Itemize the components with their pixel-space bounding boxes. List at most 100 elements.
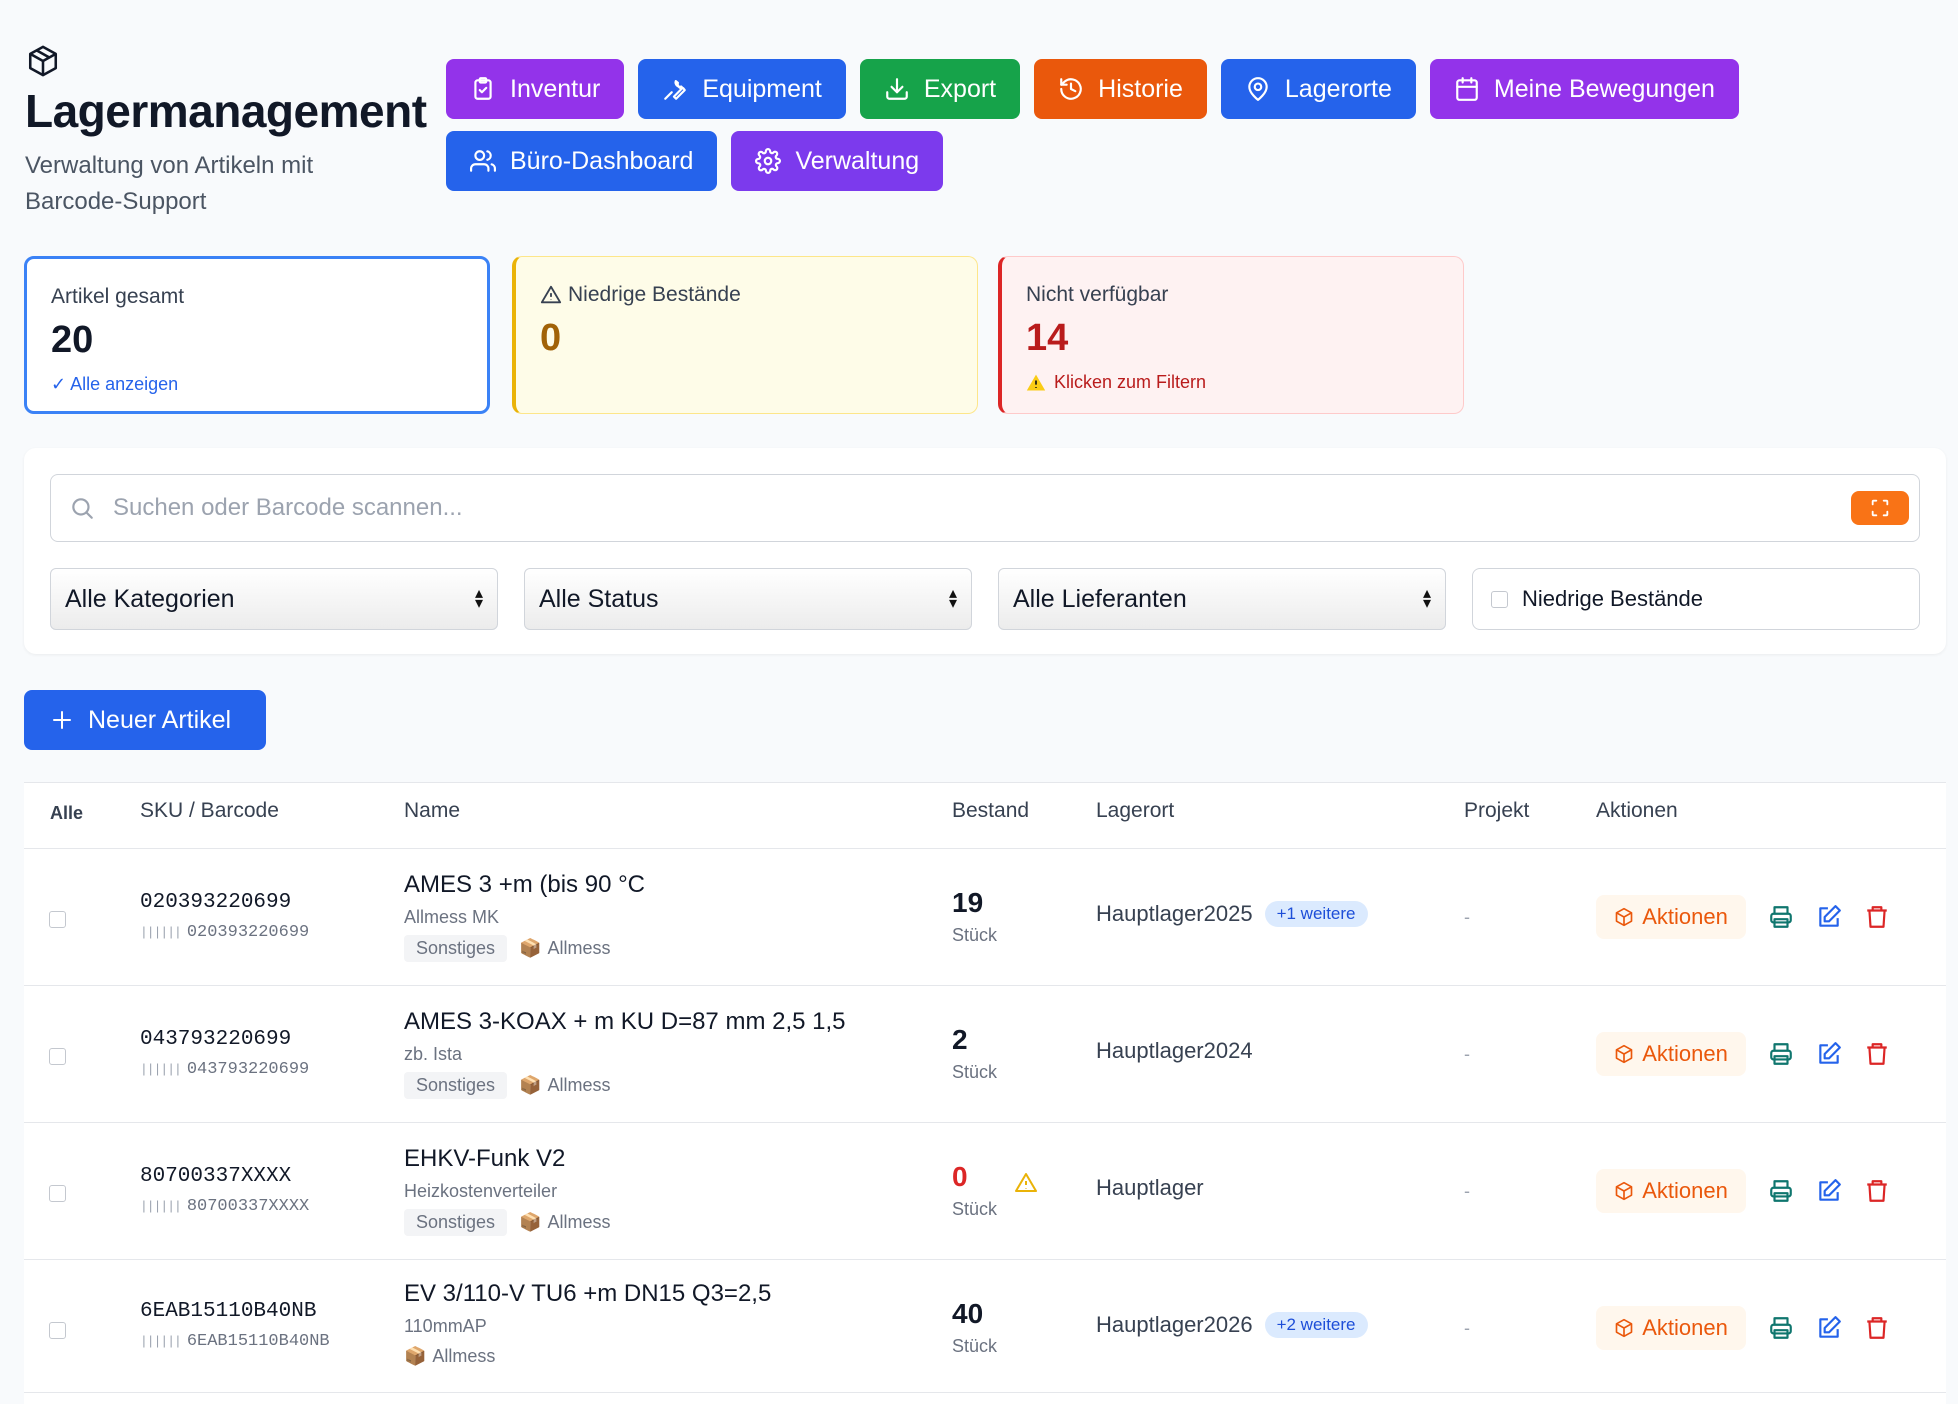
stat-low-value: 0 <box>540 317 562 359</box>
category-select[interactable]: Alle Kategorien ▴ ▾ <box>50 568 498 630</box>
header-location: Lagerort <box>1096 799 1175 822</box>
row-checkbox[interactable] <box>49 1185 66 1202</box>
trash-icon[interactable] <box>1864 904 1890 930</box>
row-supplier: Allmess <box>432 1346 496 1366</box>
edit-icon[interactable] <box>1816 1315 1842 1341</box>
stat-unavailable-hint: Klicken zum Filtern <box>1054 372 1207 392</box>
category-select-value: Alle Kategorien <box>65 584 235 613</box>
low-stock-filter-label: Niedrige Bestände <box>1522 586 1704 611</box>
print-icon[interactable] <box>1768 1315 1794 1341</box>
print-icon[interactable] <box>1768 1178 1794 1204</box>
stat-unavailable-label: Nicht verfügbar <box>1026 283 1169 306</box>
gear-icon <box>755 148 782 174</box>
row-actions-button[interactable]: Aktionen <box>1596 1306 1746 1350</box>
page-title: Lagermanagement <box>25 85 427 137</box>
verwaltung-label: Verwaltung <box>795 146 920 175</box>
row-desc: Heizkostenverteiler <box>404 1181 558 1201</box>
inventur-button[interactable]: Inventur <box>446 59 625 119</box>
table-row: 043793220699 |||||| 043793220699 AMES 3-K… <box>24 985 1946 1122</box>
row-checkbox[interactable] <box>49 1048 66 1065</box>
table-row: 020393220699 |||||| 020393220699 AMES 3 +… <box>24 848 1946 985</box>
barcode-icon: |||||| <box>140 1062 182 1077</box>
trash-icon[interactable] <box>1864 1041 1890 1067</box>
row-barcode: 043793220699 <box>186 1060 310 1079</box>
search-input[interactable] <box>113 494 1713 522</box>
row-barcode: 6EAB15110B40NB <box>186 1332 330 1351</box>
select-arrows-icon: ▴ ▾ <box>948 585 957 612</box>
stat-unavailable-card[interactable]: Nicht verfügbar 14 Klicken zum Filtern <box>998 256 1464 414</box>
package-icon <box>1615 1318 1633 1338</box>
page-subtitle: Verwaltung von Artikeln mit Barcode-Supp… <box>25 152 314 215</box>
export-button[interactable]: Export <box>859 59 1021 119</box>
row-qty: 40 <box>952 1298 984 1329</box>
stat-total-hint: ✓ Alle anzeigen <box>51 374 179 394</box>
row-actions-button[interactable]: Aktionen <box>1596 1169 1746 1213</box>
header-stock: Bestand <box>952 799 1030 822</box>
header-all[interactable]: Alle <box>50 803 83 824</box>
equipment-label: Equipment <box>702 74 822 103</box>
row-sku: 020393220699 <box>140 891 292 914</box>
row-actions-label: Aktionen <box>1642 1315 1728 1340</box>
row-qty: 19 <box>952 887 984 918</box>
row-name: AMES 3 +m (bis 90 °C <box>404 871 646 898</box>
row-qty: 0 <box>952 1161 968 1192</box>
row-supplier: Allmess <box>547 938 611 958</box>
trash-icon[interactable] <box>1864 1315 1890 1341</box>
edit-icon[interactable] <box>1816 1178 1842 1204</box>
stat-low-label: Niedrige Bestände <box>568 283 741 306</box>
header-project: Projekt <box>1464 799 1530 822</box>
row-actions-label: Aktionen <box>1642 904 1728 929</box>
low-stock-filter[interactable]: Niedrige Bestände <box>1472 568 1920 630</box>
new-item-button[interactable]: Neuer Artikel <box>24 690 266 750</box>
row-supplier: Allmess <box>547 1075 611 1095</box>
package-icon <box>1615 1044 1633 1064</box>
lagerorte-label: Lagerorte <box>1284 74 1392 103</box>
print-icon[interactable] <box>1768 1041 1794 1067</box>
row-actions-label: Aktionen <box>1642 1041 1728 1066</box>
row-location: Hauptlager2026 <box>1096 1312 1253 1337</box>
verwaltung-button[interactable]: Verwaltung <box>731 131 944 191</box>
supplier-select[interactable]: Alle Lieferanten ▴ ▾ <box>998 568 1446 630</box>
row-project: - <box>1464 1318 1470 1338</box>
stat-total-card[interactable]: Artikel gesamt 20 ✓ Alle anzeigen <box>24 256 490 414</box>
trash-icon[interactable] <box>1864 1178 1890 1204</box>
row-checkbox[interactable] <box>49 1322 66 1339</box>
more-locations-badge[interactable]: +2 weitere <box>1264 1312 1368 1338</box>
download-icon <box>886 78 908 100</box>
row-actions-button[interactable]: Aktionen <box>1596 895 1746 939</box>
row-actions-label: Aktionen <box>1642 1178 1728 1203</box>
row-location: Hauptlager2024 <box>1096 1038 1253 1063</box>
equipment-button[interactable]: Equipment <box>638 59 846 119</box>
meine-bewegungen-button[interactable]: Meine Bewegungen <box>1429 59 1739 119</box>
search-box <box>50 474 1920 542</box>
lagerorte-button[interactable]: Lagerorte <box>1220 59 1416 119</box>
header-actions: Aktionen <box>1596 799 1678 822</box>
box-icon: 📦 <box>404 1346 427 1366</box>
stat-total-label: Artikel gesamt <box>51 285 185 308</box>
row-sku: 043793220699 <box>140 1028 292 1051</box>
row-barcode: 020393220699 <box>186 923 310 942</box>
category-tag: Sonstiges <box>404 935 508 962</box>
box-icon: 📦 <box>519 938 542 958</box>
row-location: Hauptlager <box>1096 1175 1204 1200</box>
row-checkbox[interactable] <box>49 911 66 928</box>
scan-icon <box>1871 499 1889 517</box>
print-icon[interactable] <box>1768 904 1794 930</box>
scan-barcode-button[interactable] <box>1851 491 1909 525</box>
stat-low-card[interactable]: Niedrige Bestände 0 <box>512 256 978 414</box>
alert-triangle-icon <box>1015 1173 1037 1192</box>
historie-button[interactable]: Historie <box>1034 59 1207 119</box>
row-actions-button[interactable]: Aktionen <box>1596 1032 1746 1076</box>
low-stock-checkbox[interactable] <box>1491 590 1508 608</box>
edit-icon[interactable] <box>1816 1041 1842 1067</box>
row-unit: Stück <box>952 1336 998 1356</box>
meine-bewegungen-label: Meine Bewegungen <box>1493 74 1715 103</box>
status-select[interactable]: Alle Status ▴ ▾ <box>524 568 972 630</box>
more-locations-badge[interactable]: +1 weitere <box>1264 901 1368 927</box>
buero-dashboard-button[interactable]: Büro-Dashboard <box>446 131 718 191</box>
calendar-icon <box>1456 77 1478 101</box>
users-icon <box>470 150 496 172</box>
export-label: Export <box>923 74 997 103</box>
package-icon <box>28 45 58 77</box>
edit-icon[interactable] <box>1816 904 1842 930</box>
